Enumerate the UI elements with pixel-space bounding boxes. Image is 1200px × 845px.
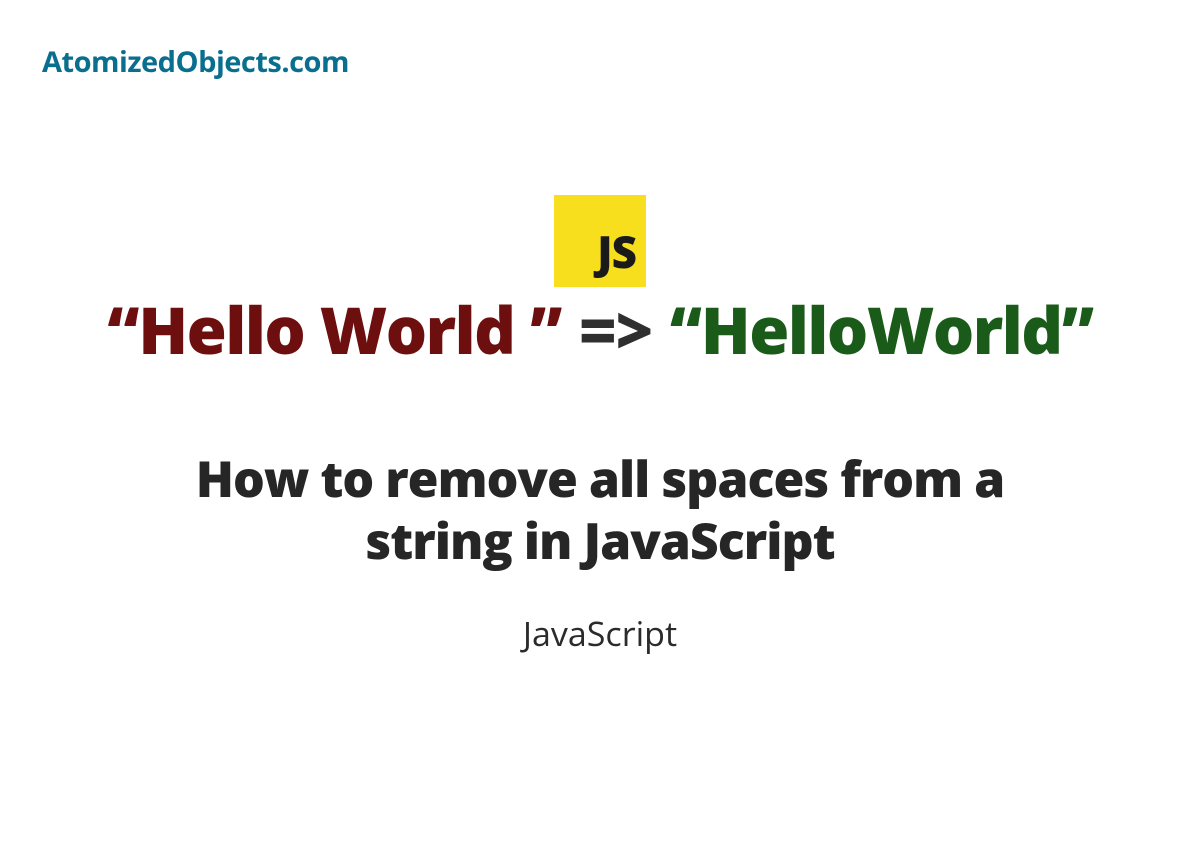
js-logo: JS xyxy=(554,195,646,287)
site-name: AtomizedObjects.com xyxy=(42,42,349,81)
arrow-icon: => xyxy=(579,295,652,367)
js-logo-text: JS xyxy=(597,221,636,281)
article-title: How to remove all spaces from a string i… xyxy=(150,447,1050,572)
code-transform-example: “Hello World ” => “HelloWorld” xyxy=(107,295,1092,367)
input-string: “Hello World ” xyxy=(107,295,560,367)
output-string: “HelloWorld” xyxy=(670,295,1093,367)
main-content: JS “Hello World ” => “HelloWorld” How to… xyxy=(0,195,1200,656)
article-category: JavaScript xyxy=(523,610,677,656)
